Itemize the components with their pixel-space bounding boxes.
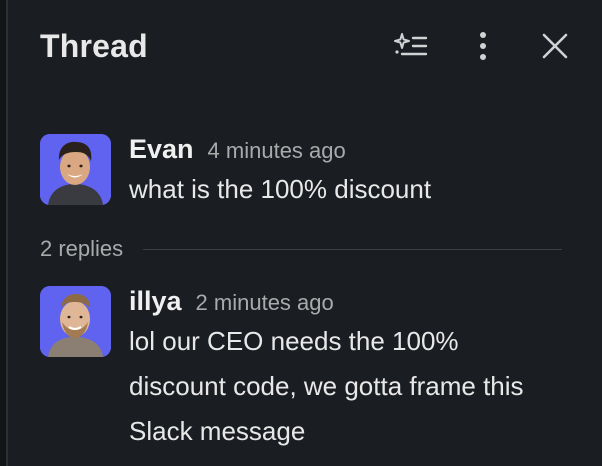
message-header: illya 2 minutes ago [129,286,529,317]
divider-line [143,248,562,250]
close-button[interactable] [536,27,574,65]
parent-message[interactable]: Evan 4 minutes ago what is the 100% disc… [40,134,574,212]
panel-divider[interactable] [0,0,8,466]
more-vertical-icon [480,32,486,60]
sparkle-list-icon [394,33,428,56]
header-actions [392,27,574,65]
summarize-button[interactable] [392,27,430,65]
timestamp[interactable]: 2 minutes ago [196,290,334,316]
author-name[interactable]: illya [129,286,182,317]
message-text: lol our CEO needs the 100% discount code… [129,326,524,446]
avatar-image [40,134,111,205]
thread-title: Thread [40,27,148,64]
close-icon [542,33,568,59]
avatar-illya[interactable] [40,286,111,357]
timestamp[interactable]: 4 minutes ago [208,138,346,164]
author-name[interactable]: Evan [129,134,194,165]
thread-panel: Thread Evan 4 minutes ago what is the 10… [0,0,602,466]
replies-count: 2 replies [40,236,124,261]
message-body: illya 2 minutes ago lol our CEO needs th… [129,286,529,454]
avatar-image [40,286,111,357]
message-text: what is the 100% discount [129,174,432,204]
message-header: Evan 4 minutes ago [129,134,431,165]
replies-divider: 2 replies [40,231,562,267]
more-actions-button[interactable] [464,27,502,65]
thread-header: Thread [40,22,574,70]
message-body: Evan 4 minutes ago what is the 100% disc… [129,134,431,212]
reply-message[interactable]: illya 2 minutes ago lol our CEO needs th… [40,286,574,454]
avatar-evan[interactable] [40,134,111,205]
